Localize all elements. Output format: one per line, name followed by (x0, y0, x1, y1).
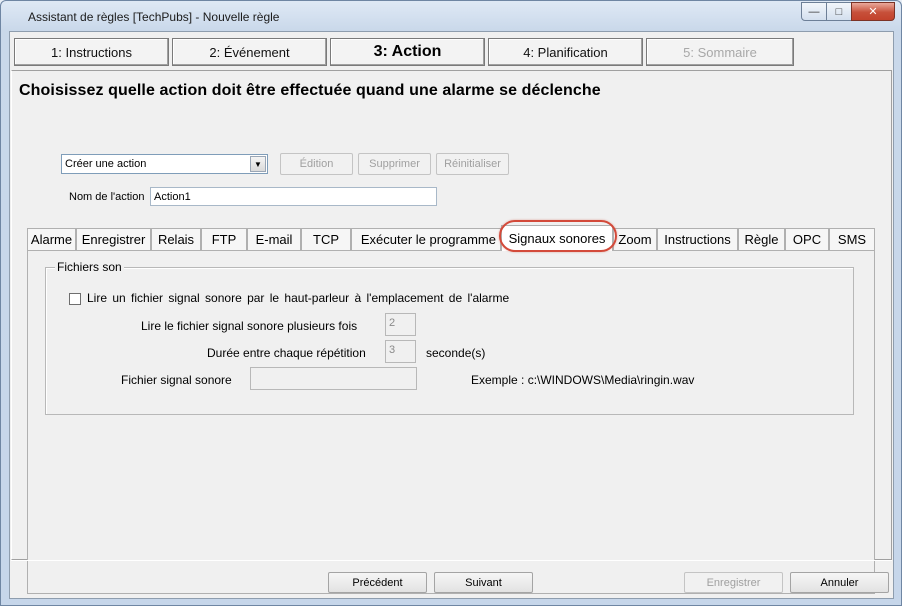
sound-tab-panel: Fichiers son Lire un fichier signal sono… (27, 250, 875, 594)
group-title: Fichiers son (55, 260, 124, 274)
chevron-down-icon[interactable]: ▼ (250, 156, 266, 172)
step-action-button[interactable]: 3: Action (330, 38, 485, 66)
save-button[interactable]: Enregistrer (684, 572, 783, 593)
sound-file-field[interactable] (250, 367, 417, 390)
tab-executer-programme[interactable]: Exécuter le programme (351, 228, 501, 250)
cancel-button[interactable]: Annuler (790, 572, 889, 593)
tab-instructions[interactable]: Instructions (657, 228, 738, 250)
tab-alarme[interactable]: Alarme (27, 228, 76, 250)
next-button[interactable]: Suivant (434, 572, 533, 593)
maximize-button[interactable]: □ (826, 2, 852, 21)
tab-signaux-sonores[interactable]: Signaux sonores (501, 225, 613, 251)
example-text: Exemple : c:\WINDOWS\Media\ringin.wav (471, 373, 695, 387)
step-summary-button[interactable]: 5: Sommaire (646, 38, 794, 66)
tab-opc[interactable]: OPC (785, 228, 829, 250)
step-planning-button[interactable]: 4: Planification (488, 38, 643, 66)
tab-ftp[interactable]: FTP (201, 228, 247, 250)
interval-unit: seconde(s) (426, 346, 486, 360)
delete-button[interactable]: Supprimer (358, 153, 431, 175)
sound-files-group: Fichiers son Lire un fichier signal sono… (45, 260, 854, 415)
window-controls: — □ ✕ (801, 2, 895, 21)
tab-email[interactable]: E-mail (247, 228, 301, 250)
edit-button[interactable]: Édition (280, 153, 353, 175)
repeat-count-field[interactable]: 2 (385, 313, 416, 336)
action-name-label: Nom de l'action (69, 191, 145, 203)
tab-enregistrer[interactable]: Enregistrer (76, 228, 151, 250)
minimize-button[interactable]: — (801, 2, 827, 21)
action-select[interactable]: Créer une action ▼ (61, 154, 268, 174)
page-title: Choisissez quelle action doit être effec… (19, 82, 601, 99)
tab-zoom[interactable]: Zoom (613, 228, 657, 250)
play-sound-checkbox[interactable] (69, 293, 81, 305)
wizard-window: Assistant de règles [TechPubs] - Nouvell… (0, 0, 902, 606)
footer-divider (11, 560, 892, 561)
step-event-button[interactable]: 2: Événement (172, 38, 327, 66)
wizard-client-area: 1: Instructions 2: Événement 3: Action 4… (9, 31, 894, 599)
reset-button[interactable]: Réinitialiser (436, 153, 509, 175)
close-button[interactable]: ✕ (851, 2, 895, 21)
action-select-value: Créer une action (65, 158, 147, 170)
window-title: Assistant de règles [TechPubs] - Nouvell… (28, 10, 280, 24)
action-name-field[interactable]: Action1 (150, 187, 437, 206)
repeat-label: Lire le fichier signal sonore plusieurs … (141, 319, 358, 333)
action-panel: Choisissez quelle action doit être effec… (11, 70, 892, 594)
interval-label: Durée entre chaque répétition (207, 346, 366, 360)
play-sound-label: Lire un fichier signal sonore par le hau… (87, 291, 510, 305)
tab-sms[interactable]: SMS (829, 228, 875, 250)
tab-tcp[interactable]: TCP (301, 228, 351, 250)
previous-button[interactable]: Précédent (328, 572, 427, 593)
file-label: Fichier signal sonore (121, 373, 232, 387)
tab-relais[interactable]: Relais (151, 228, 201, 250)
interval-field[interactable]: 3 (385, 340, 416, 363)
step-instructions-button[interactable]: 1: Instructions (14, 38, 169, 66)
tab-regle[interactable]: Règle (738, 228, 785, 250)
title-bar[interactable]: Assistant de règles [TechPubs] - Nouvell… (1, 1, 901, 31)
